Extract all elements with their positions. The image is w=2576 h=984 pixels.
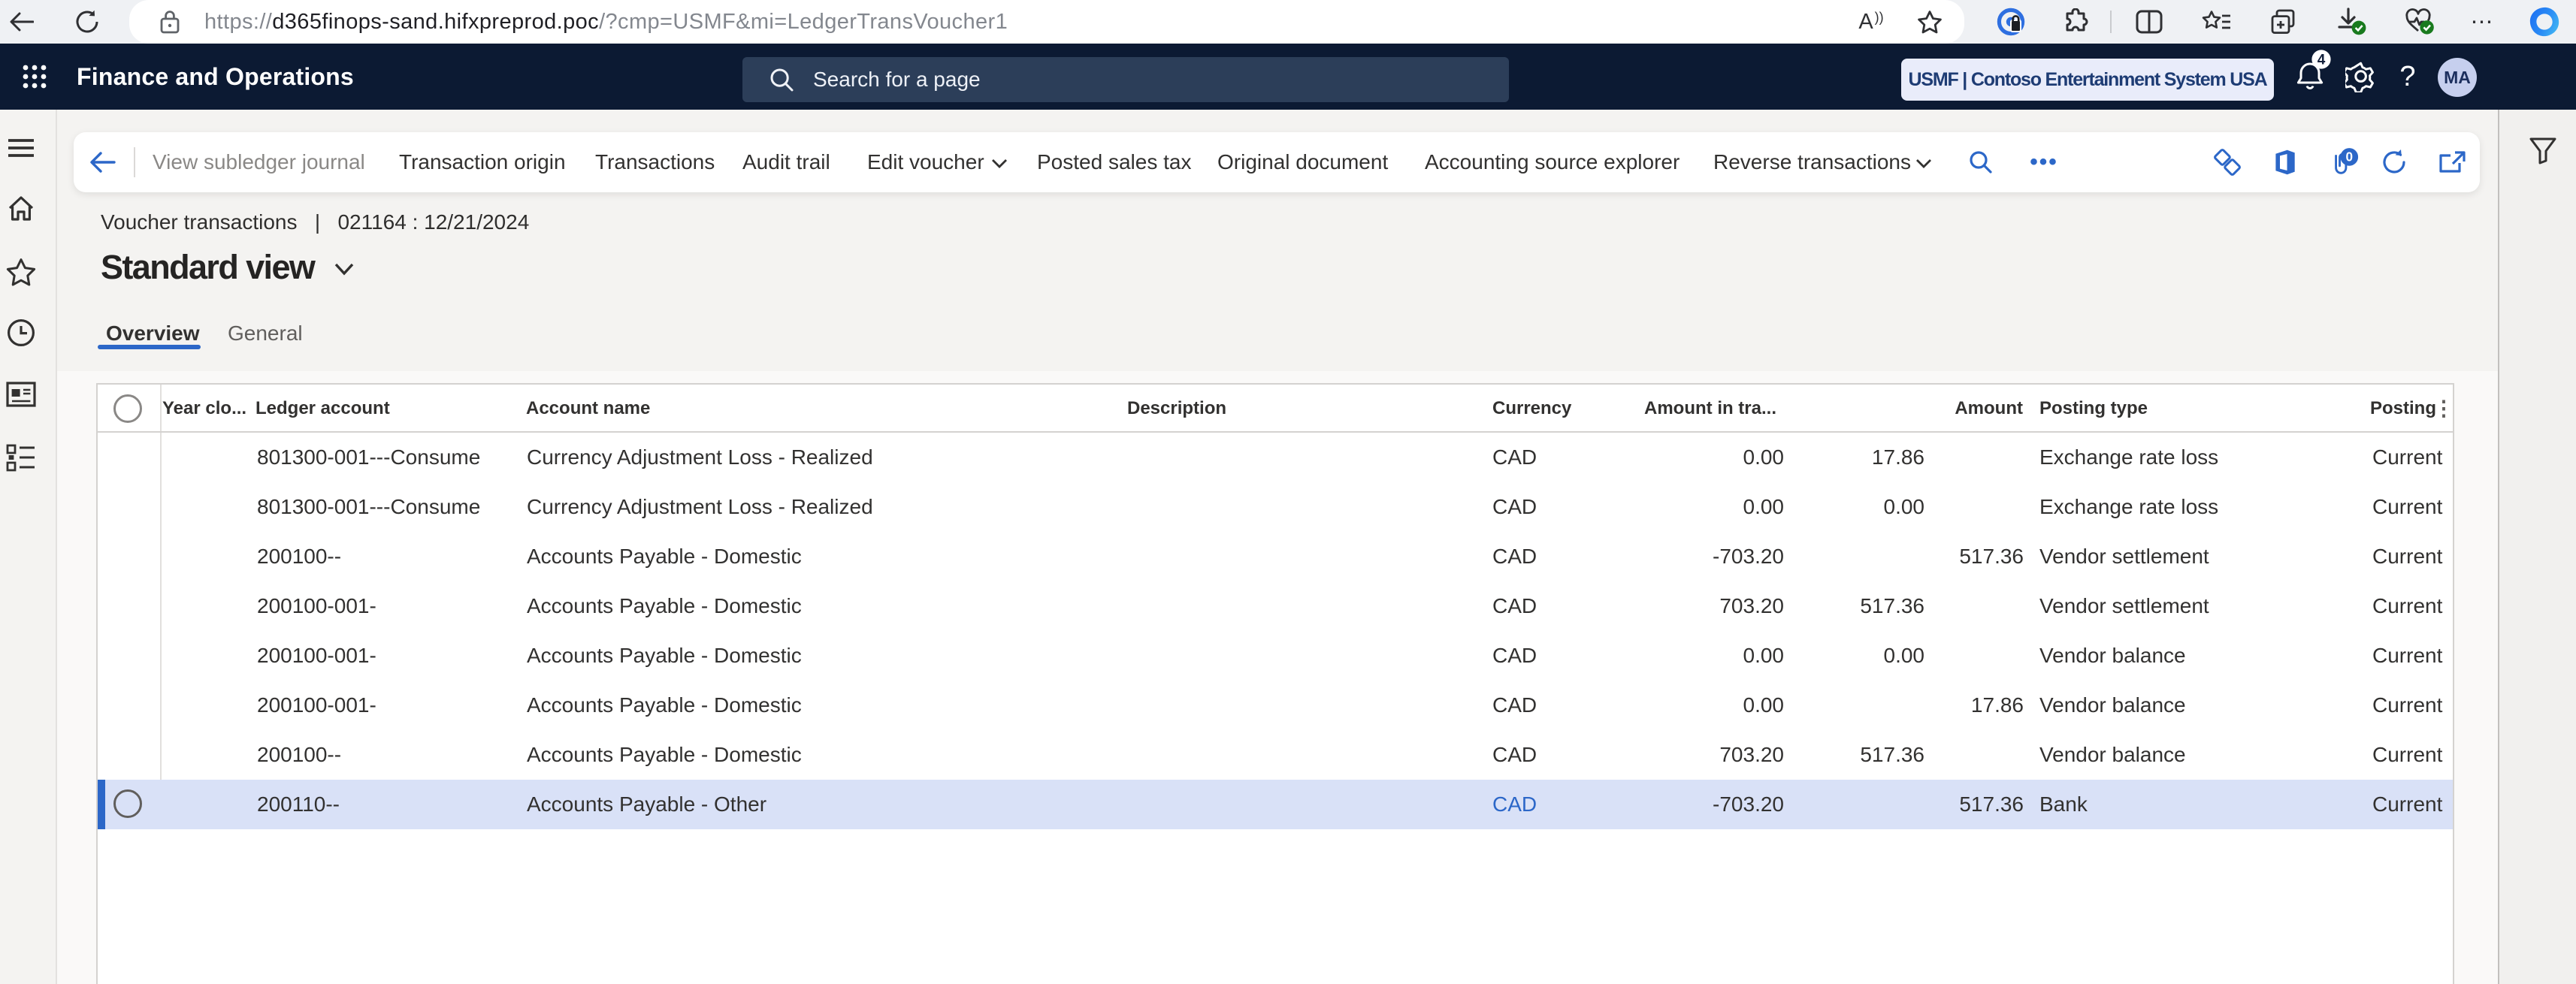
svg-text:0: 0 bbox=[2346, 149, 2354, 164]
svg-text:4: 4 bbox=[2317, 53, 2326, 68]
